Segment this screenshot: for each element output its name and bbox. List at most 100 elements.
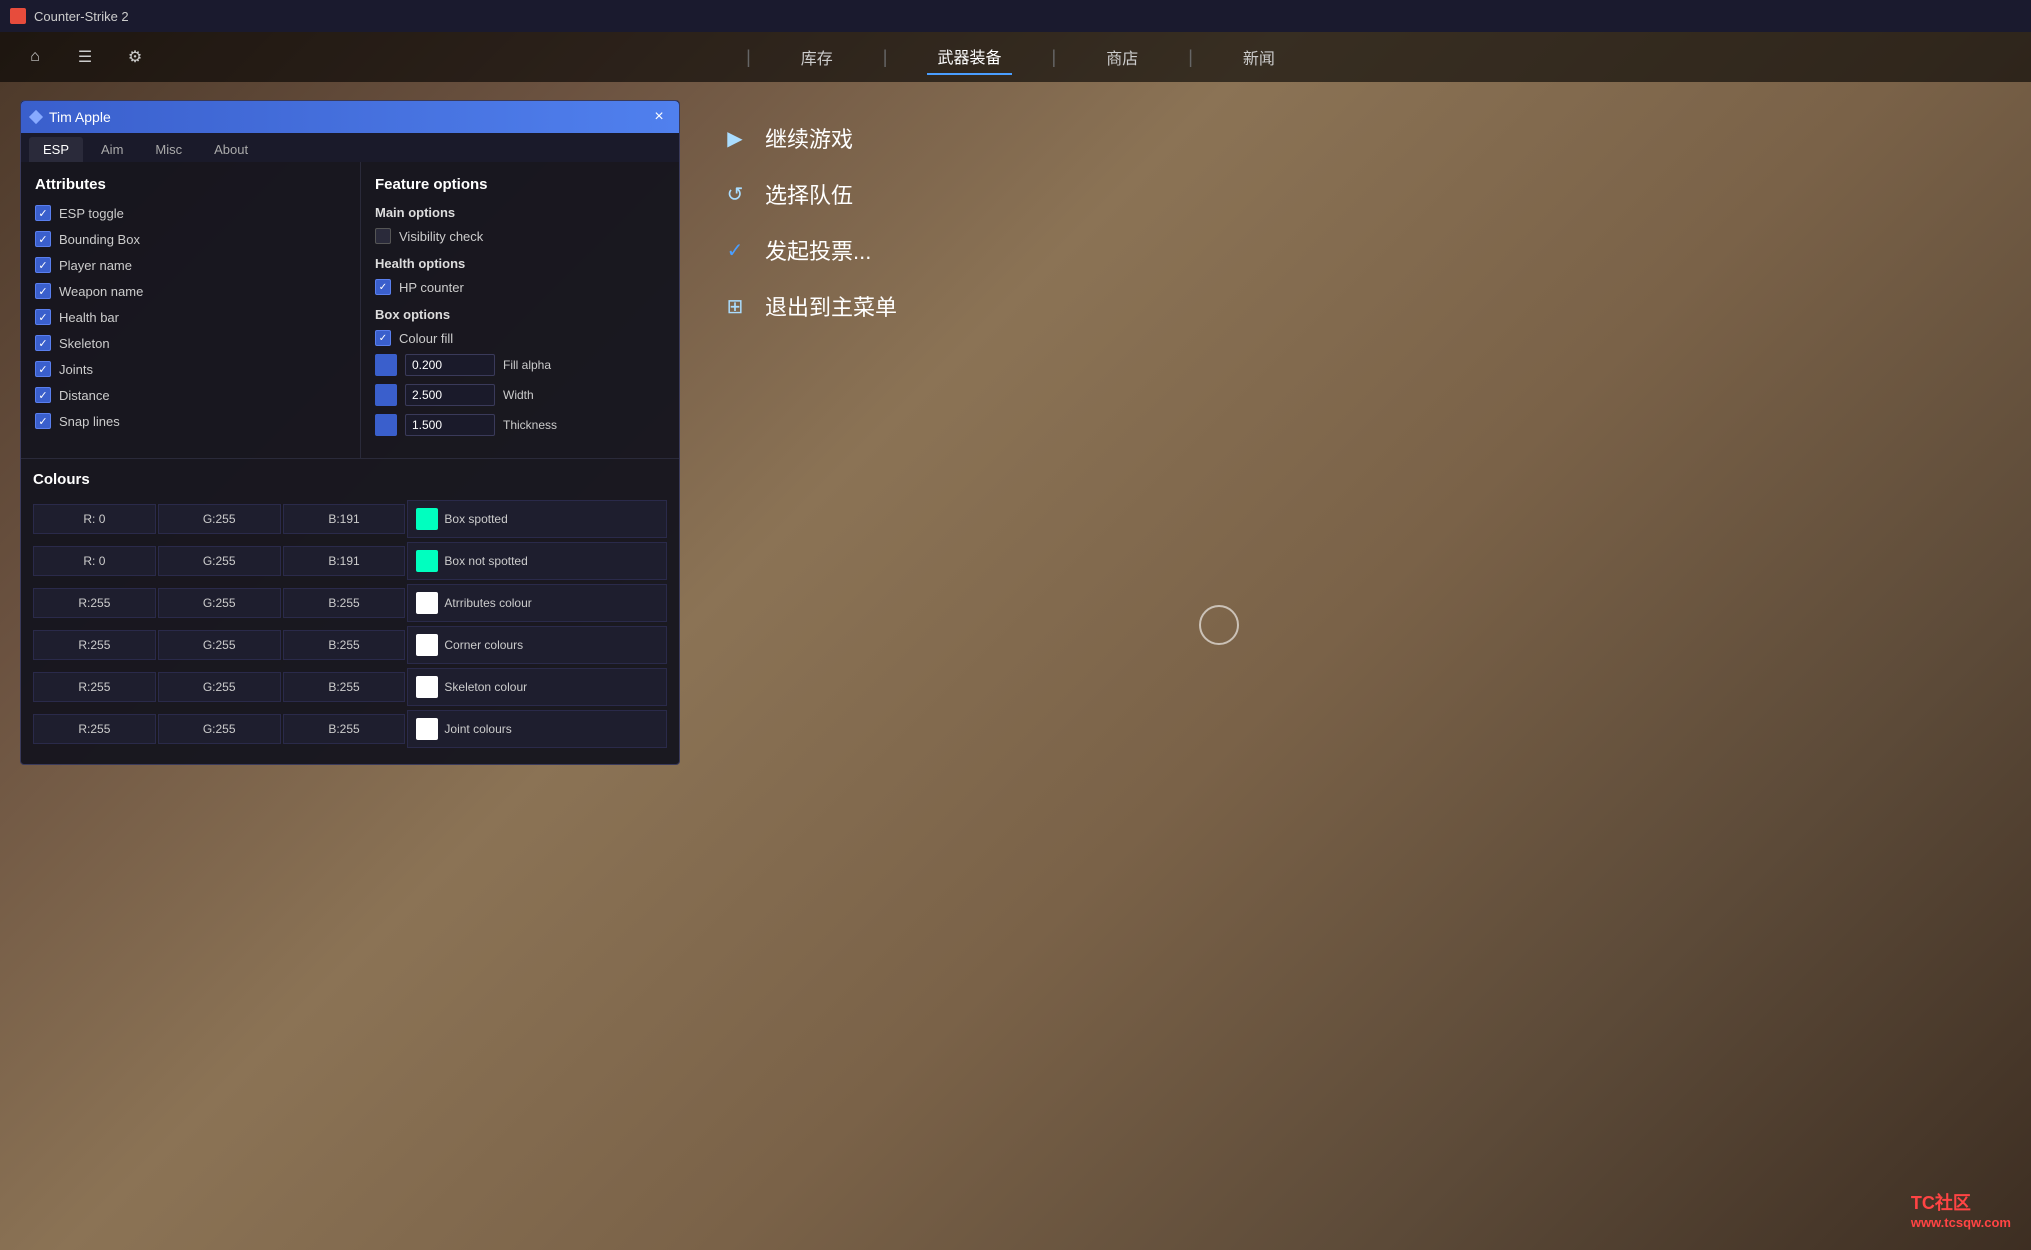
colour-g-5[interactable]: G:255 [158, 714, 281, 744]
top-nav: ⌂ ☰ ⚙ | 库存 | 武器装备 | 商店 | 新闻 [0, 32, 2031, 82]
colours-section: Colours R: 0 G:255 B:191 Box spotted R: … [21, 458, 679, 764]
checkbox-label-bounding-box: Bounding Box [59, 232, 140, 247]
checkbox-snap-lines[interactable]: Snap lines [35, 413, 346, 429]
tab-esp[interactable]: ESP [29, 137, 83, 162]
checkbox-icon-health-bar [35, 309, 51, 325]
checkbox-distance[interactable]: Distance [35, 387, 346, 403]
colour-r-5[interactable]: R:255 [33, 714, 156, 744]
width-value[interactable]: 2.500 [405, 384, 495, 406]
menu-item-vote[interactable]: ✓ 发起投票... [700, 222, 1000, 278]
hp-counter-row[interactable]: HP counter [375, 279, 665, 295]
checkbox-icon-joints [35, 361, 51, 377]
title-bar-text: Counter-Strike 2 [34, 9, 129, 24]
colour-r-1[interactable]: R: 0 [33, 546, 156, 576]
esp-panel-title: Tim Apple [31, 109, 111, 125]
close-button[interactable]: × [649, 107, 669, 127]
width-label: Width [503, 388, 534, 402]
colour-name-1[interactable]: Box not spotted [407, 542, 667, 580]
colour-name-3[interactable]: Corner colours [407, 626, 667, 664]
colour-g-0[interactable]: G:255 [158, 504, 281, 534]
width-swatch[interactable] [375, 384, 397, 406]
visibility-check-row[interactable]: Visibility check [375, 228, 665, 244]
colour-name-2[interactable]: Atrributes colour [407, 584, 667, 622]
colour-row-0: R: 0 G:255 B:191 Box spotted [33, 500, 667, 538]
visibility-check-checkbox[interactable] [375, 228, 391, 244]
checkbox-player-name[interactable]: Player name [35, 257, 346, 273]
tab-aim[interactable]: Aim [87, 137, 137, 162]
fill-alpha-value[interactable]: 0.200 [405, 354, 495, 376]
checkbox-esp-toggle[interactable]: ESP toggle [35, 205, 346, 221]
quit-icon: ⊞ [720, 291, 750, 321]
colour-b-0[interactable]: B:191 [283, 504, 406, 534]
colour-r-3[interactable]: R:255 [33, 630, 156, 660]
checkbox-bounding-box[interactable]: Bounding Box [35, 231, 346, 247]
width-row: 2.500 Width [375, 384, 665, 406]
colour-r-4[interactable]: R:255 [33, 672, 156, 702]
menu-item-select-team[interactable]: ↺ 选择队伍 [700, 166, 1000, 222]
nav-item-inventory[interactable]: 库存 [791, 40, 843, 74]
feature-options-column: Feature options Main options Visibility … [361, 162, 679, 458]
checkbox-label-joints: Joints [59, 362, 93, 377]
colour-g-1[interactable]: G:255 [158, 546, 281, 576]
colour-name-0[interactable]: Box spotted [407, 500, 667, 538]
colour-r-0[interactable]: R: 0 [33, 504, 156, 534]
colours-title: Colours [33, 471, 667, 488]
attributes-column: Attributes ESP toggle Bounding Box Playe… [21, 162, 361, 458]
attributes-title: Attributes [35, 176, 346, 193]
colour-b-2[interactable]: B:255 [283, 588, 406, 618]
tab-about[interactable]: About [200, 137, 262, 162]
checkbox-label-skeleton: Skeleton [59, 336, 110, 351]
colour-b-3[interactable]: B:255 [283, 630, 406, 660]
colour-row-5: R:255 G:255 B:255 Joint colours [33, 710, 667, 748]
esp-panel: Tim Apple × ESP Aim Misc About Attribute… [20, 100, 680, 765]
menu-label-continue: 继续游戏 [765, 122, 853, 154]
nav-item-shop[interactable]: 商店 [1096, 40, 1148, 74]
checkbox-weapon-name[interactable]: Weapon name [35, 283, 346, 299]
colour-row-2: R:255 G:255 B:255 Atrributes colour [33, 584, 667, 622]
thickness-swatch[interactable] [375, 414, 397, 436]
checkbox-joints[interactable]: Joints [35, 361, 346, 377]
checkbox-label-snap-lines: Snap lines [59, 414, 120, 429]
colour-swatch-3[interactable] [416, 634, 438, 656]
fill-alpha-row: 0.200 Fill alpha [375, 354, 665, 376]
checkbox-icon-distance [35, 387, 51, 403]
colour-name-4[interactable]: Skeleton colour [407, 668, 667, 706]
colour-r-2[interactable]: R:255 [33, 588, 156, 618]
checkbox-health-bar[interactable]: Health bar [35, 309, 346, 325]
colour-fill-row[interactable]: Colour fill [375, 330, 665, 346]
colour-swatch-2[interactable] [416, 592, 438, 614]
colour-name-5[interactable]: Joint colours [407, 710, 667, 748]
nav-sep-2: | [883, 47, 888, 68]
menu-item-continue[interactable]: ▶ 继续游戏 [700, 110, 1000, 166]
colour-b-5[interactable]: B:255 [283, 714, 406, 744]
colour-swatch-4[interactable] [416, 676, 438, 698]
nav-sep-3: | [1052, 47, 1057, 68]
hp-counter-checkbox[interactable] [375, 279, 391, 295]
colour-b-4[interactable]: B:255 [283, 672, 406, 702]
title-bar: Counter-Strike 2 [0, 0, 2031, 32]
inventory-button[interactable]: ☰ [70, 42, 100, 72]
colour-fill-checkbox[interactable] [375, 330, 391, 346]
colour-row-1: R: 0 G:255 B:191 Box not spotted [33, 542, 667, 580]
thickness-label: Thickness [503, 418, 557, 432]
colour-g-4[interactable]: G:255 [158, 672, 281, 702]
colour-swatch-0[interactable] [416, 508, 438, 530]
nav-item-weapons[interactable]: 武器装备 [927, 39, 1011, 75]
nav-item-news[interactable]: 新闻 [1233, 40, 1285, 74]
menu-item-quit[interactable]: ⊞ 退出到主菜单 [700, 278, 1000, 334]
home-button[interactable]: ⌂ [20, 42, 50, 72]
crosshair [1199, 605, 1239, 645]
colour-swatch-5[interactable] [416, 718, 438, 740]
colour-swatch-1[interactable] [416, 550, 438, 572]
colour-g-3[interactable]: G:255 [158, 630, 281, 660]
colour-g-2[interactable]: G:255 [158, 588, 281, 618]
watermark-line2: www.tcsqw.com [1911, 1215, 2011, 1230]
colour-fill-label: Colour fill [399, 331, 453, 346]
tab-misc[interactable]: Misc [141, 137, 196, 162]
fill-alpha-swatch[interactable] [375, 354, 397, 376]
settings-button[interactable]: ⚙ [120, 42, 150, 72]
checkbox-skeleton[interactable]: Skeleton [35, 335, 346, 351]
thickness-value[interactable]: 1.500 [405, 414, 495, 436]
colour-b-1[interactable]: B:191 [283, 546, 406, 576]
checkbox-label-esp-toggle: ESP toggle [59, 206, 124, 221]
